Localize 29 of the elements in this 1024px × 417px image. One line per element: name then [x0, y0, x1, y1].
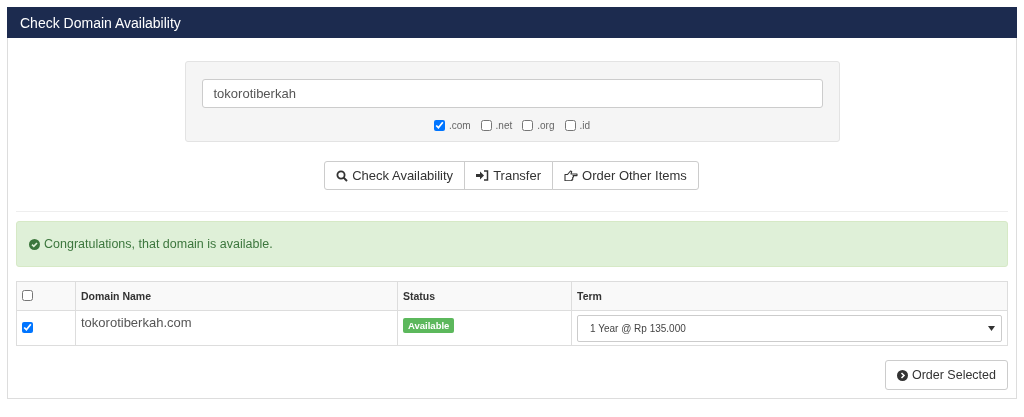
tld-label: .net [495, 120, 513, 131]
status-badge: Available [403, 317, 455, 333]
tld-checkbox[interactable] [433, 120, 445, 131]
panel-title: Check Domain Availability [20, 14, 181, 31]
column-header: Status [403, 290, 436, 302]
alert-message: Congratulations, that domain is available. [44, 237, 273, 251]
domain-search-field[interactable]: tokorotiberkah [201, 79, 823, 108]
tld-checkbox[interactable] [480, 120, 492, 131]
tld-label: .id [579, 120, 591, 131]
tld-checkbox[interactable] [564, 120, 576, 131]
transfer-button[interactable]: Transfer [464, 161, 554, 190]
term-select[interactable]: 1 Year @ Rp 135.000 [577, 314, 1002, 342]
column-header: Term [577, 290, 602, 302]
check-availability-button[interactable]: Check Availability [324, 161, 466, 190]
row-checkbox[interactable] [22, 321, 33, 333]
tld-label: .org [537, 120, 555, 131]
sign-in-icon [476, 170, 490, 181]
tld-checkbox[interactable] [522, 120, 534, 131]
order-selected-button[interactable]: Order Selected [884, 360, 1008, 390]
order-other-items-button[interactable]: Order Other Items [552, 161, 699, 190]
check-circle-icon [29, 238, 40, 250]
chevron-circle-icon [896, 369, 908, 381]
caret-icon [988, 325, 995, 331]
select-all-checkbox[interactable] [22, 289, 33, 301]
search-icon [336, 169, 349, 182]
column-header: Domain Name [81, 290, 152, 302]
tld-label: .com [448, 120, 471, 131]
pointing-hand-icon [564, 170, 579, 181]
domain-name: tokorotiberkah.com [81, 314, 192, 330]
